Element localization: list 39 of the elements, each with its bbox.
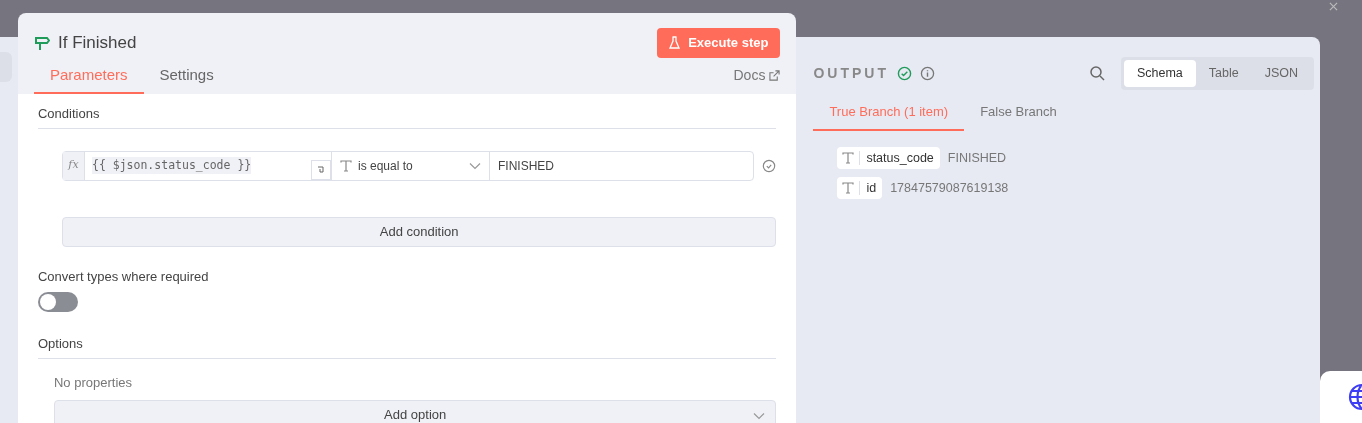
add-option-dropdown[interactable]: Add option — [54, 400, 777, 423]
view-tab[interactable]: JSON — [1251, 60, 1311, 87]
text-type-icon — [340, 159, 352, 172]
empty-text: No properties — [53, 373, 134, 392]
close-icon[interactable] — [1329, 2, 1338, 11]
view-tab[interactable]: Table — [1195, 60, 1252, 87]
info-icon[interactable] — [919, 65, 935, 81]
flask-icon — [669, 36, 681, 50]
value-field[interactable]: FINISHED — [489, 151, 754, 180]
signpost-icon — [34, 34, 50, 51]
field-value: FINISHED — [947, 149, 1007, 167]
field-value: 17847579087619138 — [890, 179, 1009, 197]
node-title: If Finished — [58, 32, 137, 54]
toggle-switch[interactable] — [38, 292, 78, 312]
operator-dropdown[interactable]: is equal to — [331, 151, 489, 180]
docs-link[interactable]: Docs — [733, 65, 781, 94]
execute-step-button[interactable]: Execute step — [657, 28, 781, 58]
view-tab[interactable]: Schema — [1123, 60, 1196, 87]
globe-icon — [1346, 383, 1362, 411]
external-link-icon — [769, 70, 781, 81]
search-icon[interactable] — [1088, 65, 1105, 82]
chevron-down-icon — [753, 412, 766, 420]
add-condition-button[interactable]: Add condition — [62, 216, 777, 247]
text-type-icon — [842, 182, 855, 195]
help-widget[interactable] — [1320, 371, 1362, 423]
check-circle-icon — [762, 158, 777, 173]
branch-tab[interactable]: False Branch — [964, 97, 1073, 132]
section-heading: Conditions — [38, 104, 777, 129]
expression-field[interactable]: {{ $json.status_code }} — [85, 151, 331, 180]
panel-title: OUTPUT — [813, 63, 889, 83]
expression-label: fx — [63, 151, 85, 180]
setting-label: Convert types where required — [38, 267, 210, 286]
field-pill[interactable]: status_code — [837, 147, 940, 170]
field-pill[interactable]: id — [837, 177, 883, 200]
text-type-icon — [842, 152, 855, 165]
check-circle-icon — [896, 65, 912, 81]
chevron-down-icon — [469, 161, 481, 170]
section-heading: Options — [38, 334, 777, 359]
tab[interactable]: Settings — [143, 61, 230, 94]
